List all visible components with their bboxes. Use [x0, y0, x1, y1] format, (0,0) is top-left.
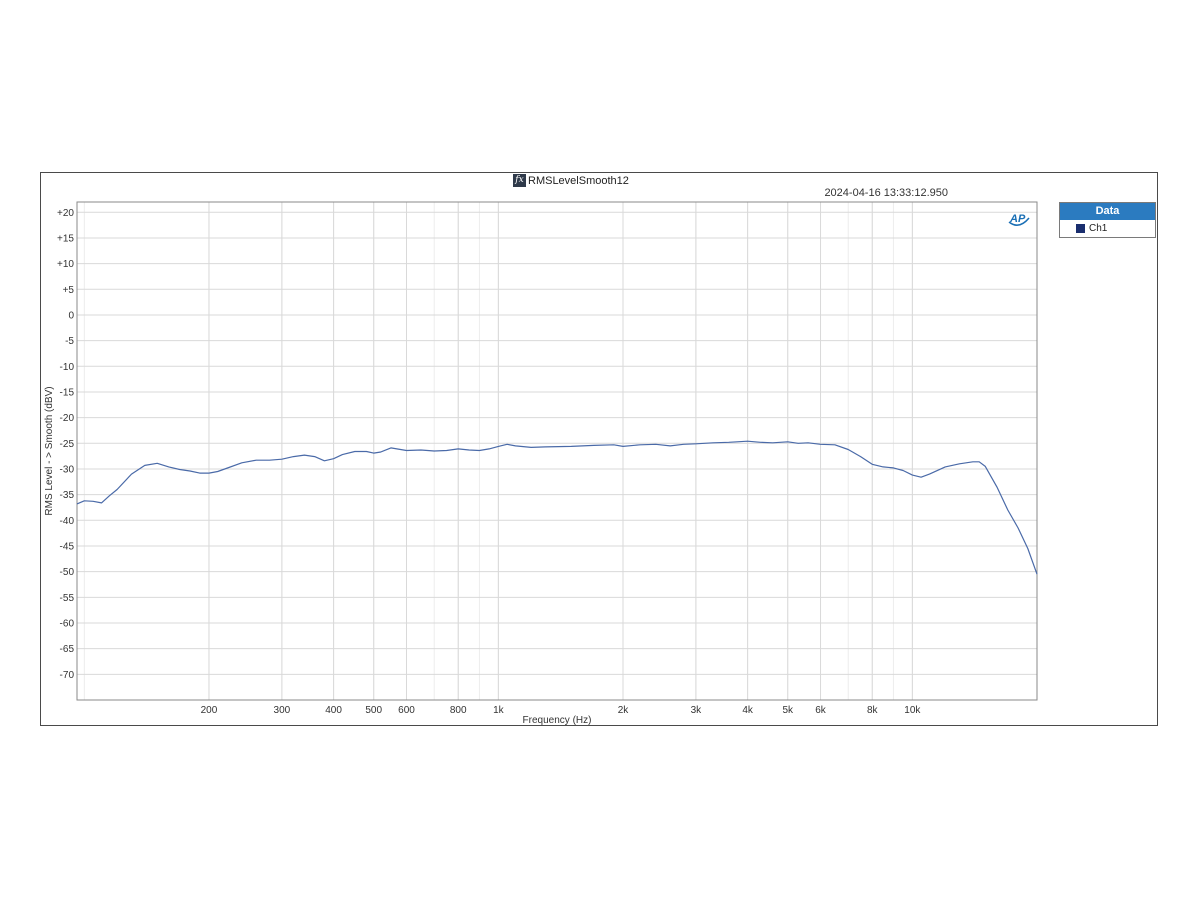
- y-tick-label: +5: [63, 285, 75, 296]
- x-tick-label: 5k: [782, 705, 794, 716]
- y-tick-label: -50: [60, 567, 75, 578]
- y-tick-label: +20: [57, 208, 74, 219]
- legend-swatch: [1076, 224, 1085, 233]
- x-tick-label: 6k: [815, 705, 827, 716]
- legend-item-label: Ch1: [1089, 223, 1108, 234]
- plot-area: 200 300 400 500 600 800 1k 2k 3k 4k 5k 6k 8k 10k +20 +…: [44, 201, 1038, 726]
- ap-logo-icon: AP: [1008, 213, 1030, 226]
- y-tick-label: 0: [68, 310, 74, 321]
- x-tick-label: 800: [450, 705, 467, 716]
- x-axis-label: Frequency (Hz): [523, 715, 592, 726]
- y-tick-label: -65: [60, 644, 75, 655]
- x-tick-label: 10k: [904, 705, 921, 716]
- legend-item-ch1[interactable]: Ch1: [1060, 220, 1155, 237]
- x-tick-label: 600: [398, 705, 415, 716]
- x-tick-label: 1k: [493, 705, 505, 716]
- legend-title: Data: [1060, 203, 1155, 220]
- x-tick-label: 200: [201, 705, 218, 716]
- x-tick-label: 8k: [867, 705, 879, 716]
- y-tick-label: -20: [60, 413, 75, 424]
- y-tick-label: -15: [60, 387, 75, 398]
- x-tick-label: 3k: [691, 705, 703, 716]
- y-tick-label: -5: [65, 336, 74, 347]
- y-tick-label: -30: [60, 464, 75, 475]
- ap-logo-text: AP: [1009, 213, 1026, 225]
- x-tick-label: 500: [365, 705, 382, 716]
- legend: Data Ch1: [1059, 202, 1156, 238]
- x-tick-label: 400: [325, 705, 342, 716]
- y-tick-label: +15: [57, 233, 74, 244]
- y-tick-label: -40: [60, 516, 75, 527]
- y-tick-label: -25: [60, 439, 75, 450]
- y-tick-label: +10: [57, 259, 74, 270]
- y-axis-label: RMS Level - > Smooth (dBV): [44, 386, 55, 515]
- x-tick-label: 4k: [742, 705, 754, 716]
- x-tick-label: 300: [274, 705, 291, 716]
- y-tick-label: -60: [60, 618, 75, 629]
- y-tick-label: -45: [60, 541, 75, 552]
- x-tick-label: 2k: [618, 705, 630, 716]
- y-tick-label: -55: [60, 593, 75, 604]
- y-tick-label: -10: [60, 362, 75, 373]
- y-tick-label: -70: [60, 670, 75, 681]
- y-tick-label: -35: [60, 490, 75, 501]
